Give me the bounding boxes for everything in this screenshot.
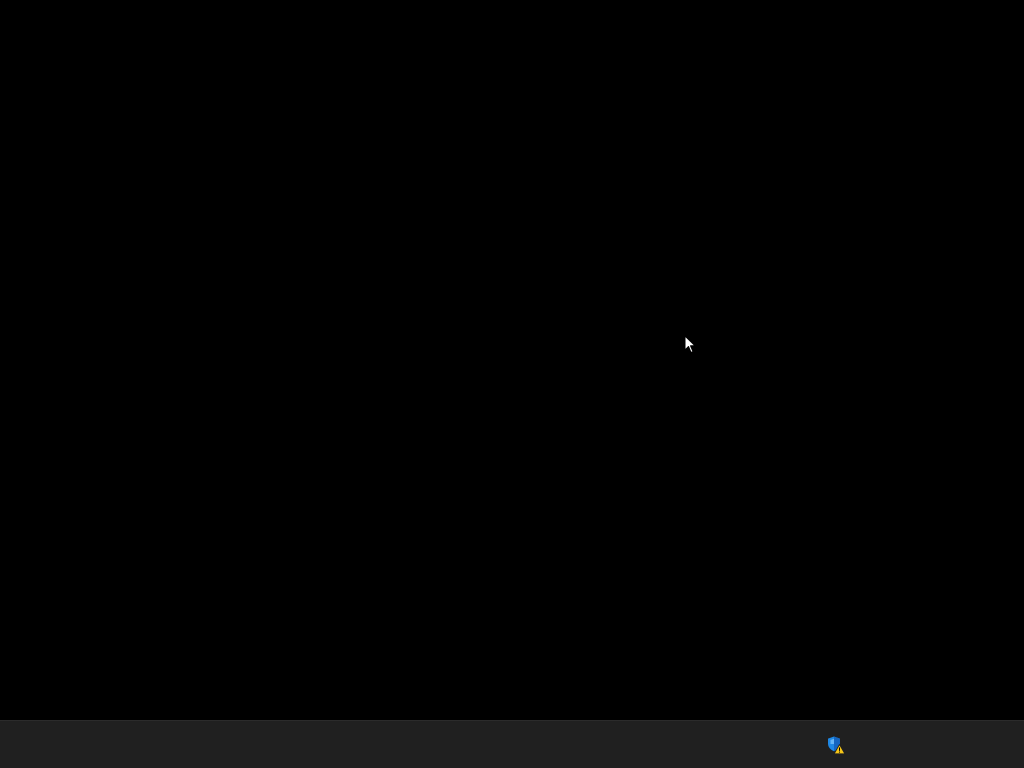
taskbar <box>0 720 1024 768</box>
screen <box>0 0 1024 768</box>
mouse-cursor-icon <box>684 335 696 354</box>
desktop-background <box>0 0 1024 720</box>
system-tray <box>824 721 848 768</box>
security-shield-warning-icon[interactable] <box>824 733 848 757</box>
